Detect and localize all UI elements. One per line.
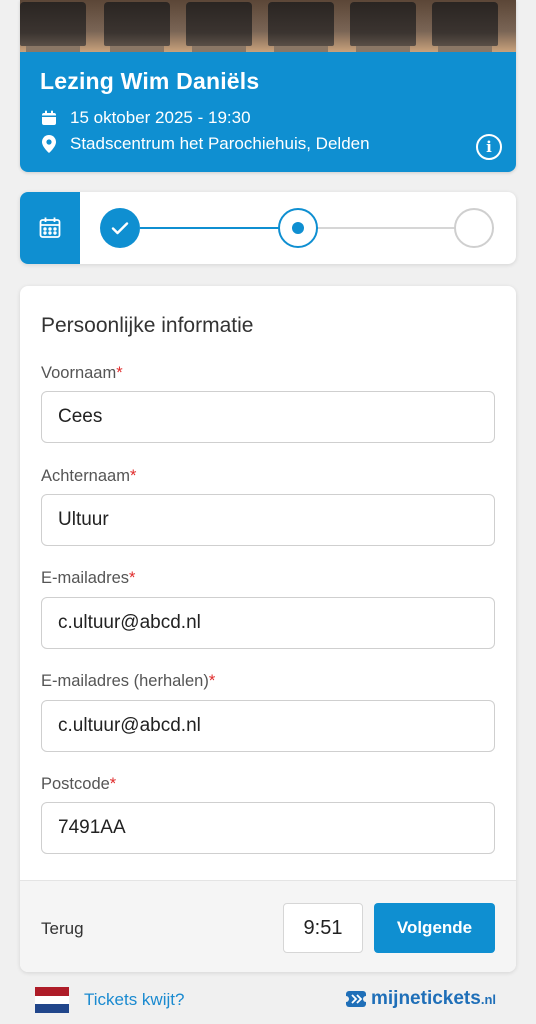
dutch-flag-icon[interactable] — [35, 987, 69, 1013]
event-title: Lezing Wim Daniëls — [40, 68, 260, 94]
postcode-input[interactable]: 7491AA — [41, 802, 495, 854]
form-footer: Terug 9:51 Volgende — [20, 880, 516, 972]
event-datetime: 15 oktober 2025 - 19:30 — [70, 108, 251, 127]
back-button[interactable]: Terug — [41, 919, 84, 939]
ticket-checkout-page: Lezing Wim Daniëls 15 oktober 2025 - 19:… — [0, 0, 536, 1024]
event-location-row: Stadscentrum het Parochiehuis, Delden — [40, 131, 496, 157]
step-upcoming — [454, 208, 494, 248]
checkmark-icon — [111, 222, 129, 235]
event-location: Stadscentrum het Parochiehuis, Delden — [70, 134, 370, 153]
calendar-icon — [20, 192, 80, 264]
event-info: Lezing Wim Daniëls 15 oktober 2025 - 19:… — [20, 52, 516, 172]
info-icon[interactable]: i — [476, 134, 502, 160]
first-name-label: Voornaam* — [41, 364, 123, 382]
step-current — [278, 208, 318, 248]
email-repeat-input[interactable]: c.ultuur@abcd.nl — [41, 700, 495, 752]
next-button[interactable]: Volgende — [374, 903, 495, 953]
location-pin-icon — [40, 135, 58, 153]
ticket-logo-icon — [345, 991, 367, 1007]
event-header-card: Lezing Wim Daniëls 15 oktober 2025 - 19:… — [20, 0, 516, 172]
email-repeat-label: E-mailadres (herhalen)* — [41, 672, 216, 690]
step-completed — [100, 208, 140, 248]
calendar-icon — [40, 109, 58, 127]
last-name-input[interactable]: Ultuur — [41, 494, 495, 546]
lost-tickets-link[interactable]: Tickets kwijt? — [84, 990, 184, 1010]
last-name-label: Achternaam* — [41, 467, 137, 485]
email-input[interactable]: c.ultuur@abcd.nl — [41, 597, 495, 649]
form-heading: Persoonlijke informatie — [41, 314, 254, 337]
event-date-row: 15 oktober 2025 - 19:30 — [40, 105, 496, 131]
mijnetickets-logo: mijnetickets.nl — [345, 988, 496, 1010]
progress-stepper — [20, 192, 516, 264]
email-label: E-mailadres* — [41, 569, 136, 587]
personal-info-form: Persoonlijke informatie Voornaam* Cees A… — [20, 286, 516, 972]
postcode-label: Postcode* — [41, 775, 117, 793]
event-photo — [20, 0, 516, 52]
countdown-timer: 9:51 — [283, 903, 363, 953]
first-name-input[interactable]: Cees — [41, 391, 495, 443]
